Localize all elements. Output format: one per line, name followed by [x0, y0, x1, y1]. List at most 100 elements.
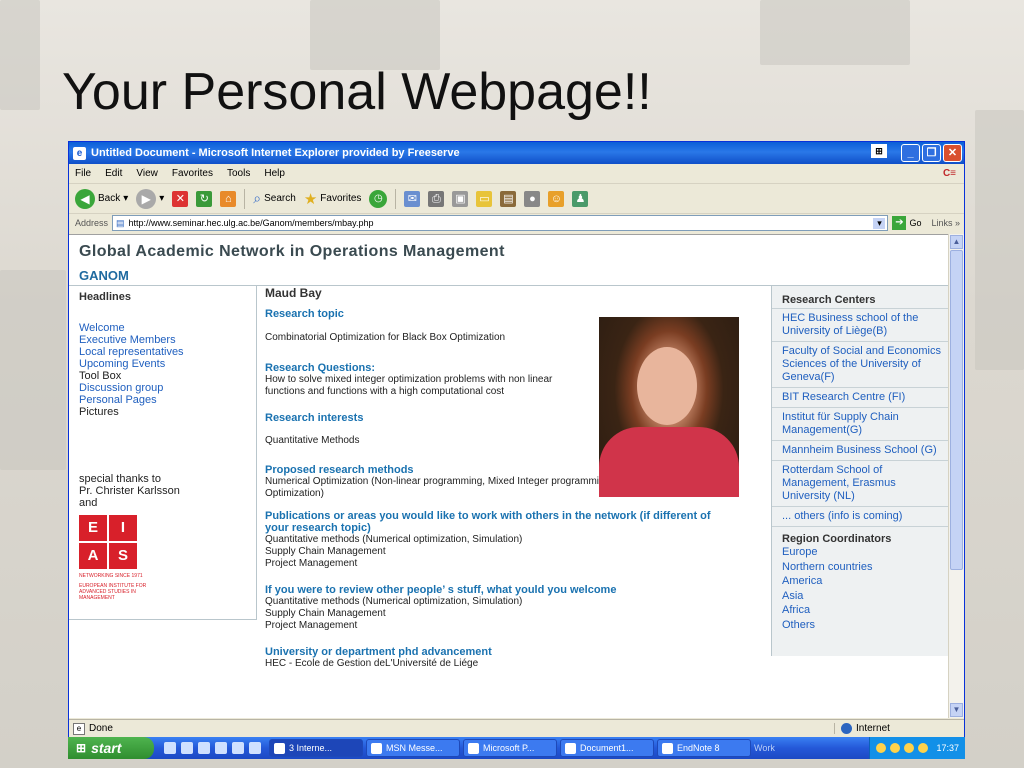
- dropdown-arrow-icon: ▾: [159, 193, 165, 204]
- minimize-button[interactable]: _: [901, 144, 920, 162]
- back-arrow-icon: ◀: [75, 188, 95, 209]
- tray-messenger-icon[interactable]: [918, 743, 929, 753]
- research-center-link[interactable]: Institut für Supply Chain Management(G): [772, 407, 949, 440]
- edit-icon[interactable]: ▣: [452, 190, 469, 207]
- work-toolbar-label[interactable]: Work: [754, 743, 775, 753]
- system-tray: 17:37: [869, 737, 965, 759]
- region-coordinators-heading: Region Coordinators: [772, 526, 949, 545]
- task-powerpoint[interactable]: Microsoft P...: [463, 739, 557, 757]
- nav-welcome[interactable]: Welcome: [79, 322, 256, 334]
- menu-file[interactable]: File: [75, 168, 91, 179]
- task-internet-explorer[interactable]: 3 Interne...: [269, 739, 363, 757]
- tray-volume-icon[interactable]: [904, 743, 915, 753]
- scroll-up-icon[interactable]: ▲: [950, 235, 963, 249]
- menu-view[interactable]: View: [136, 168, 158, 179]
- section-heading: Publications or areas you would like to …: [265, 510, 711, 534]
- history-icon[interactable]: ◷: [369, 189, 388, 208]
- menu-favorites[interactable]: Favorites: [172, 168, 213, 179]
- close-button[interactable]: ✕: [943, 144, 962, 162]
- back-button[interactable]: ◀ Back ▾: [75, 188, 129, 209]
- nav-tool-box: Tool Box: [79, 370, 122, 382]
- discuss-icon[interactable]: ●: [524, 190, 541, 207]
- region-link[interactable]: Asia: [782, 589, 949, 604]
- restore-button[interactable]: ❐: [922, 144, 941, 162]
- nav-personal-pages[interactable]: Personal Pages: [79, 394, 256, 406]
- clock: 17:37: [936, 743, 959, 753]
- tray-network-icon[interactable]: [890, 743, 901, 753]
- region-link[interactable]: Northern countries: [782, 560, 949, 575]
- favorites-button[interactable]: ★ Favorites: [304, 190, 362, 208]
- back-label: Back: [98, 193, 121, 204]
- research-centers-more[interactable]: ... others (info is coming): [772, 506, 949, 526]
- nav-upcoming-events[interactable]: Upcoming Events: [79, 358, 256, 370]
- member-name: Maud Bay: [265, 286, 322, 300]
- refresh-icon[interactable]: ↻: [196, 190, 213, 207]
- photo-face: [637, 347, 697, 425]
- region-link[interactable]: Others: [782, 618, 949, 633]
- task-msn-messenger[interactable]: MSN Messe...: [366, 739, 460, 757]
- toolbar-separator: [244, 188, 246, 209]
- ie-task-icon: [274, 742, 285, 754]
- quick-launch-folder-icon[interactable]: [232, 742, 244, 754]
- region-link[interactable]: Africa: [782, 603, 949, 618]
- background-window-4: [975, 110, 1024, 370]
- research-center-link[interactable]: HEC Business school of the University of…: [772, 308, 949, 341]
- powerpoint-task-icon: [468, 742, 479, 754]
- menu-edit[interactable]: Edit: [105, 168, 122, 179]
- region-link[interactable]: Europe: [782, 545, 949, 560]
- region-link[interactable]: America: [782, 574, 949, 589]
- background-window-5: [0, 270, 66, 470]
- dropdown-arrow-icon: ▾: [123, 193, 129, 204]
- search-button[interactable]: ⌕ Search: [253, 190, 296, 207]
- title-bar: e Untitled Document - Microsoft Internet…: [69, 142, 964, 164]
- nav-local-representatives[interactable]: Local representatives: [79, 346, 256, 358]
- quick-launch-ie2-icon[interactable]: [181, 742, 193, 754]
- scroll-down-icon[interactable]: ▼: [950, 703, 963, 717]
- quick-launch-calc-icon[interactable]: [198, 742, 210, 754]
- research-icon[interactable]: ▤: [500, 190, 517, 207]
- go-arrow-icon: ➔: [892, 216, 907, 230]
- stop-icon[interactable]: ✕: [172, 190, 189, 207]
- home-icon[interactable]: ⌂: [220, 190, 237, 207]
- nav-discussion-group[interactable]: Discussion group: [79, 382, 256, 394]
- vertical-scrollbar[interactable]: ▲ ▼: [948, 234, 964, 718]
- address-bar: Address ▤ http://www.seminar.hec.ulg.ac.…: [69, 214, 964, 232]
- research-center-link[interactable]: BIT Research Centre (FI): [772, 387, 949, 407]
- research-center-link[interactable]: Mannheim Business School (G): [772, 440, 949, 460]
- task-endnote[interactable]: EndNote 8: [657, 739, 751, 757]
- menu-help[interactable]: Help: [264, 168, 285, 179]
- quick-launch-media-icon[interactable]: [249, 742, 261, 754]
- research-center-link[interactable]: Faculty of Social and Economics Sciences…: [772, 341, 949, 387]
- task-document[interactable]: Document1...: [560, 739, 654, 757]
- background-window-2: [310, 0, 440, 70]
- section-body: Quantitative methods (Numerical optimiza…: [265, 596, 523, 607]
- print-icon[interactable]: ⎙: [428, 190, 445, 207]
- member-photo: [599, 317, 739, 497]
- forward-button[interactable]: ▶ ▾: [136, 188, 165, 209]
- quick-launch-ie-icon[interactable]: [164, 742, 176, 754]
- task-label: 3 Interne...: [289, 743, 333, 753]
- thanks-text: special thanks to Pr. Christer Karlsson …: [79, 473, 256, 509]
- search-icon: ⌕: [253, 190, 262, 206]
- address-label: Address: [75, 218, 109, 228]
- scroll-thumb[interactable]: [950, 250, 963, 570]
- go-button[interactable]: ➔ Go: [892, 216, 921, 230]
- task-label: Microsoft P...: [483, 743, 535, 753]
- messenger-icon[interactable]: ☺: [548, 190, 565, 207]
- menu-tools[interactable]: Tools: [227, 168, 250, 179]
- links-button[interactable]: Links »: [931, 218, 960, 228]
- logo-letter: S: [109, 543, 137, 569]
- nav-executive-members[interactable]: Executive Members: [79, 334, 256, 346]
- address-dropdown-icon[interactable]: ▾: [873, 217, 886, 229]
- start-button[interactable]: ⊞ start: [68, 737, 154, 759]
- research-center-link[interactable]: Rotterdam School of Management, Erasmus …: [772, 460, 949, 506]
- mail-icon[interactable]: ✉: [404, 190, 421, 207]
- folder-icon[interactable]: ▭: [476, 190, 493, 207]
- eiasm-logo[interactable]: E I A S NETWORKING SINCE 1971 EUROPEAN I…: [79, 515, 167, 601]
- toolbar-separator: [395, 188, 397, 209]
- star-icon: ★: [303, 190, 318, 208]
- address-input[interactable]: ▤ http://www.seminar.hec.ulg.ac.be/Ganom…: [112, 215, 889, 231]
- quick-launch-word-icon[interactable]: [215, 742, 227, 754]
- contacts-icon[interactable]: ♟: [572, 190, 589, 207]
- tray-arrow-icon[interactable]: [876, 743, 887, 753]
